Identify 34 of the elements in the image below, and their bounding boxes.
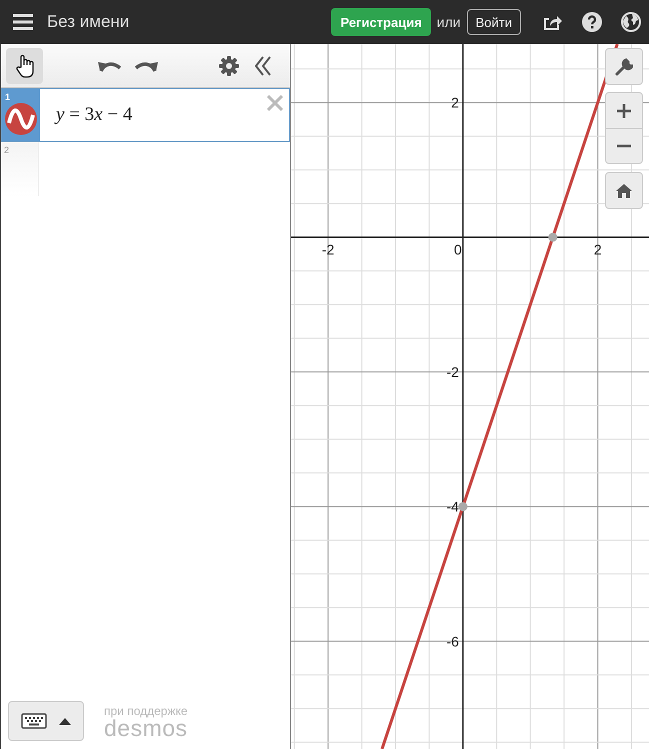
keyboard-toggle-button[interactable] [8, 701, 84, 741]
expression-formula[interactable]: y = 3x − 4 [56, 104, 132, 126]
help-icon[interactable] [582, 12, 602, 32]
caret-icon [59, 718, 71, 724]
login-button[interactable]: Войти [466, 9, 521, 35]
axis-tick-label: -2 [446, 364, 459, 380]
menu-icon[interactable] [13, 13, 33, 31]
graph-color-icon[interactable] [5, 103, 37, 135]
axis-tick-label: -2 [322, 241, 334, 258]
share-icon[interactable] [542, 13, 562, 31]
axis-tick-label: 2 [451, 94, 459, 111]
line-number: 1 [5, 92, 10, 102]
home-icon [616, 184, 632, 198]
axis-tick-label: -6 [446, 633, 459, 650]
wrench-icon [615, 58, 633, 76]
plus-icon [617, 104, 631, 118]
brand-text: desmos [104, 717, 188, 739]
axis-tick-label: 0 [454, 241, 462, 258]
expression-row[interactable]: 1 y = 3x − 4 [1, 88, 290, 142]
collapse-icon[interactable] [255, 56, 271, 76]
axis-tick-label: 2 [594, 241, 602, 258]
or-text: или [436, 14, 461, 30]
powered-by-text: при поддержке [104, 705, 188, 717]
document-title: Без имени [47, 12, 130, 32]
globe-icon[interactable] [621, 12, 641, 32]
intercept-point[interactable] [458, 502, 468, 512]
pointer-tool-button[interactable] [6, 48, 43, 84]
axis-tick-label: -4 [446, 498, 459, 515]
settings-icon[interactable] [219, 56, 239, 76]
hand-pointer-icon [14, 54, 34, 78]
line-number: 2 [4, 145, 10, 155]
intercept-point[interactable] [548, 232, 558, 242]
keyboard-icon [21, 713, 47, 729]
minus-icon [617, 144, 631, 148]
